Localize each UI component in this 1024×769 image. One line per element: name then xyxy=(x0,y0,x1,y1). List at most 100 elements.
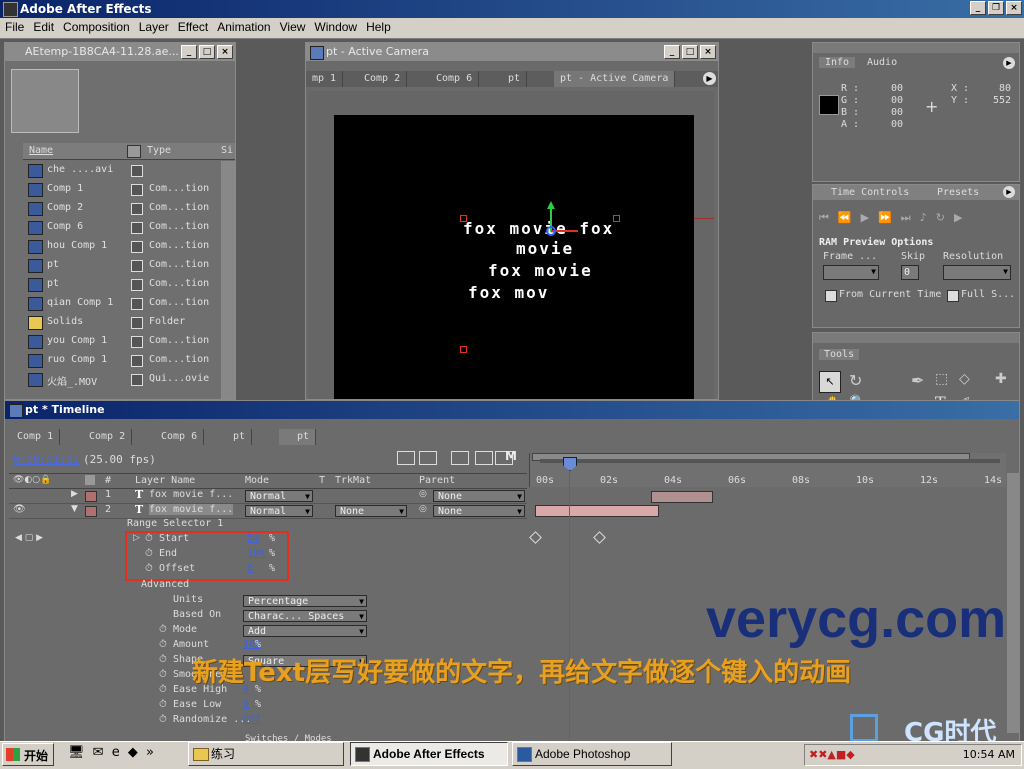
ram-preview-icon[interactable]: ▶ xyxy=(954,211,971,224)
quicklaunch-more-icon[interactable]: » xyxy=(146,745,154,760)
timeline-scrollbar[interactable] xyxy=(1007,473,1019,733)
project-item[interactable]: 火焰_.MOV Qui...ovie xyxy=(25,370,237,389)
time-controls-menu-icon[interactable]: ▶ xyxy=(1003,186,1015,198)
parent-pickwhip-icon[interactable]: ◎ xyxy=(419,489,427,499)
stopwatch-icon[interactable]: ⏱ xyxy=(159,714,167,725)
menu-view[interactable]: View xyxy=(275,18,310,34)
advanced-property-value[interactable]: 0 xyxy=(243,699,249,710)
advanced-property-value[interactable]: Off xyxy=(243,714,261,725)
stopwatch-icon[interactable]: ⏱ xyxy=(159,669,167,680)
comp-handle-topright[interactable] xyxy=(613,215,620,222)
project-item-label-swatch[interactable] xyxy=(131,260,143,272)
clock[interactable]: 10:54 AM xyxy=(963,748,1015,761)
layer-mode-dropdown[interactable]: Normal xyxy=(245,505,313,518)
timeline-tab-comp2[interactable]: Comp 2 xyxy=(83,429,133,445)
frame-blending-icon[interactable] xyxy=(451,451,469,465)
project-item-label-swatch[interactable] xyxy=(131,203,143,215)
last-frame-icon[interactable]: ⏭ xyxy=(901,211,920,224)
current-time-indicator[interactable] xyxy=(569,459,570,743)
shy-layers-icon[interactable] xyxy=(419,451,437,465)
quicklaunch-ie-icon[interactable]: e xyxy=(112,745,120,760)
layer-row[interactable]: 👁 ▼ 2 Tfox movie f... Normal None ◎ None xyxy=(9,503,527,519)
menu-file[interactable]: File xyxy=(0,18,28,34)
resolution-dropdown[interactable] xyxy=(943,265,1011,280)
layer-label-swatch[interactable] xyxy=(85,491,97,502)
comp-viewer-area[interactable]: fox movie fox movie fox movie fox mov xyxy=(308,91,714,399)
column-size[interactable]: Si xyxy=(221,145,233,156)
project-item-label-swatch[interactable] xyxy=(131,222,143,234)
project-minimize-button[interactable]: _ xyxy=(181,45,197,59)
start-button[interactable]: 开始 xyxy=(2,743,54,766)
menu-edit[interactable]: Edit xyxy=(28,18,58,34)
project-item-label-swatch[interactable] xyxy=(131,165,143,177)
frame-rate-dropdown[interactable] xyxy=(823,265,879,280)
project-item[interactable]: Solids Folder xyxy=(25,313,237,332)
keyframe-nav-icon[interactable]: ◀ ▢ ▶ xyxy=(15,533,43,543)
project-item-label-swatch[interactable] xyxy=(131,355,143,367)
layer-name[interactable]: fox movie f... xyxy=(149,489,233,500)
tools-panel-grip[interactable] xyxy=(813,333,1019,343)
column-type[interactable]: Type xyxy=(147,145,171,156)
info-panel-menu-icon[interactable]: ▶ xyxy=(1003,57,1015,69)
full-screen-checkbox[interactable] xyxy=(947,290,959,302)
zoom-slider[interactable] xyxy=(540,459,1000,463)
project-item-label-swatch[interactable] xyxy=(131,336,143,348)
parent-pickwhip-icon[interactable]: ◎ xyxy=(419,504,427,514)
quicklaunch-outlook-icon[interactable]: ✉ xyxy=(93,745,104,760)
pen-tool-icon[interactable]: ✒ xyxy=(911,371,924,390)
stopwatch-icon[interactable]: ⏱ xyxy=(159,624,167,635)
axis-tool-icon[interactable]: ✚ xyxy=(995,371,1007,387)
time-ruler[interactable]: 00s 02s 04s 06s 08s 10s 12s 14s xyxy=(529,453,1006,487)
audio-tab[interactable]: Audio xyxy=(867,57,897,68)
minimize-button[interactable]: _ xyxy=(970,1,986,15)
eye-icon[interactable]: 👁 xyxy=(13,504,26,515)
comp-handle-topleft[interactable] xyxy=(460,215,467,222)
layer-label-swatch[interactable] xyxy=(85,506,97,517)
info-tab[interactable]: Info xyxy=(819,57,856,68)
layer-bar-1[interactable] xyxy=(651,491,713,503)
layer-mode-dropdown[interactable]: Normal xyxy=(245,490,313,503)
menu-animation[interactable]: Animation xyxy=(212,18,274,34)
first-frame-icon[interactable]: ⏮ xyxy=(819,211,838,224)
menu-effect[interactable]: Effect xyxy=(173,18,212,34)
timeline-tab-comp6[interactable]: Comp 6 xyxy=(155,429,205,445)
marker-m-icon[interactable]: M xyxy=(505,449,517,463)
column-name[interactable]: Name xyxy=(29,145,53,156)
keyframe-start-1[interactable] xyxy=(529,531,542,544)
eraser-tool-icon[interactable]: ◇ xyxy=(959,371,970,387)
project-item-label-swatch[interactable] xyxy=(131,279,143,291)
stopwatch-icon[interactable]: ⏱ xyxy=(159,684,167,695)
project-item[interactable]: qian Comp 1 Com...tion xyxy=(25,294,237,313)
quicklaunch-desktop-icon[interactable]: 🖥 xyxy=(68,745,85,760)
stopwatch-icon[interactable]: ⏱ xyxy=(159,699,167,710)
current-time-display[interactable]: 0:00:01:02 xyxy=(13,453,79,466)
project-item-label-swatch[interactable] xyxy=(131,317,143,329)
presets-tab[interactable]: Presets xyxy=(937,187,979,198)
twirl-arrow-icon[interactable]: ▼ xyxy=(71,504,78,514)
column-layer-name[interactable]: Layer Name xyxy=(135,475,195,486)
project-item[interactable]: pt Com...tion xyxy=(25,275,237,294)
project-item[interactable]: Comp 2 Com...tion xyxy=(25,199,237,218)
project-item[interactable]: pt Com...tion xyxy=(25,256,237,275)
from-current-time-checkbox[interactable] xyxy=(825,290,837,302)
column-trkmat[interactable]: TrkMat xyxy=(335,475,371,486)
menu-composition[interactable]: Composition xyxy=(58,18,134,34)
column-mode[interactable]: Mode xyxy=(245,475,269,486)
tools-tab[interactable]: Tools xyxy=(819,349,860,360)
advanced-property-dropdown[interactable]: Add xyxy=(243,625,367,638)
project-item-label-swatch[interactable] xyxy=(131,184,143,196)
project-item-label-swatch[interactable] xyxy=(131,298,143,310)
taskbar-after-effects-button[interactable]: Adobe After Effects xyxy=(350,742,508,766)
taskbar-photoshop-button[interactable]: Adobe Photoshop xyxy=(512,742,672,766)
advanced-property-dropdown[interactable]: Percentage xyxy=(243,595,367,608)
project-close-button[interactable]: × xyxy=(217,45,233,59)
restore-button[interactable]: ❐ xyxy=(988,1,1004,15)
stopwatch-icon[interactable]: ⏱ xyxy=(159,654,167,665)
motion-blur-icon[interactable] xyxy=(475,451,493,465)
twirl-arrow-icon[interactable]: ▶ xyxy=(71,489,78,499)
time-controls-tab[interactable]: Time Controls xyxy=(831,187,909,198)
timeline-tab-pt[interactable]: pt xyxy=(227,429,253,445)
stamp-tool-icon[interactable]: ⬚ xyxy=(935,371,948,387)
layer-bar-2[interactable] xyxy=(535,505,659,517)
next-frame-icon[interactable]: ⏩ xyxy=(878,211,901,224)
